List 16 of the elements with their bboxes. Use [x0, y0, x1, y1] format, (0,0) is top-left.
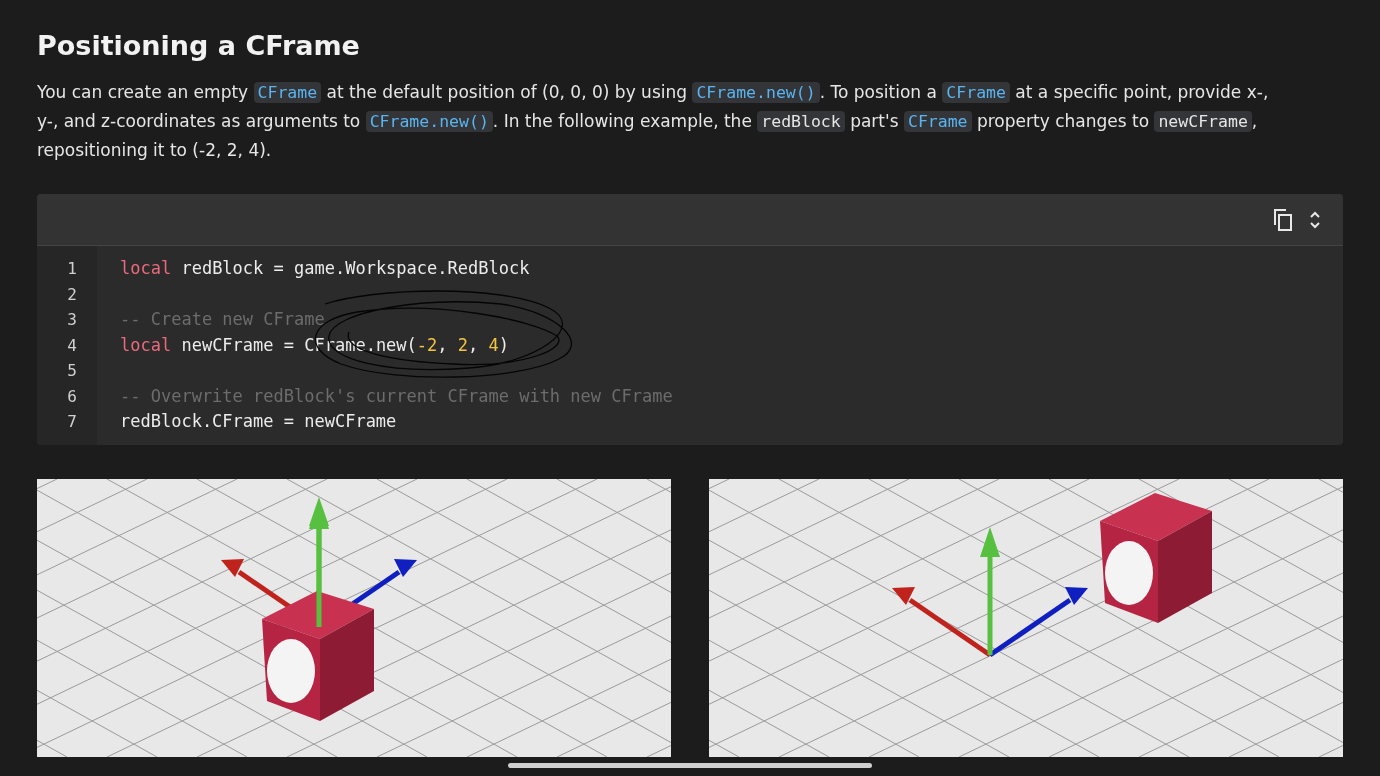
section-heading: Positioning a CFrame — [37, 29, 361, 63]
line-number: 5 — [66, 360, 78, 382]
line-number: 4 — [66, 334, 78, 357]
line-number: 3 — [66, 309, 78, 331]
description-paragraph: You can create an empty CFrame at the default position of (0, 0, 0) by using CFrame.new() . To position a CFrame at a specific point, provide x-, y-, and z-coordinates as arguments to CFrame.new() . In the following example, the redBlock part's CFrame property changes to newCFrame , repositioning it to (-2, 2, 4). — [37, 81, 1270, 162]
line-number: 6 — [66, 385, 78, 408]
line-number: 1 — [66, 258, 78, 280]
line-number: 2 — [66, 283, 78, 306]
copy-icon[interactable] — [1273, 208, 1293, 231]
line-number: 7 — [66, 411, 78, 433]
code-line: redBlock.CFrame = newCFrame — [120, 410, 398, 433]
expand-icon[interactable] — [1309, 209, 1321, 230]
code-line: -- Overwrite redBlock's current CFrame with new CFrame — [120, 384, 673, 408]
code-line: local newCFrame = CFrame.new(-2, 2, 4) — [120, 333, 511, 357]
code-line: local redBlock = game.Workspace.RedBlock — [120, 257, 531, 280]
code-line: -- Create new CFrame — [120, 308, 326, 331]
